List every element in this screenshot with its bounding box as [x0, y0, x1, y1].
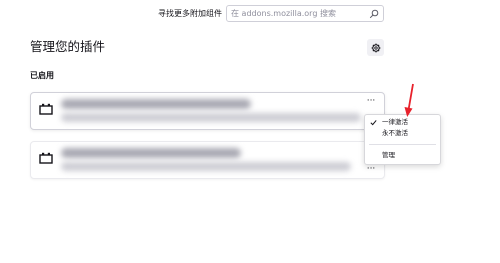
check-icon: [370, 120, 377, 126]
search-input[interactable]: [231, 7, 361, 20]
search-icon: [369, 9, 379, 19]
settings-button[interactable]: [367, 39, 384, 56]
extension-card[interactable]: ···: [30, 92, 385, 130]
menu-item-label: 永不激活: [382, 129, 408, 137]
gear-icon: [371, 43, 380, 52]
menu-separator: [369, 144, 436, 145]
more-options-button[interactable]: ···: [364, 96, 378, 106]
more-options-button[interactable]: ···: [364, 164, 378, 174]
section-title-enabled: 已启用: [30, 71, 54, 80]
extension-name-redacted: [61, 99, 251, 109]
page-title: 管理您的插件: [30, 39, 106, 54]
extension-name-redacted: [61, 148, 241, 158]
menu-item-never-activate[interactable]: 永不激活: [365, 128, 440, 139]
extension-card[interactable]: ···: [30, 141, 385, 179]
extension-description-redacted: [61, 113, 361, 122]
menu-item-label: 管理: [382, 151, 395, 159]
find-more-label: 寻找更多附加组件: [158, 9, 222, 18]
context-menu: 一律激活 永不激活 管理: [364, 114, 441, 165]
annotation-arrow: [404, 83, 414, 117]
extension-description-redacted: [61, 162, 351, 171]
plugin-icon: [39, 152, 53, 164]
plugin-icon: [39, 103, 53, 115]
menu-item-manage[interactable]: 管理: [365, 150, 440, 161]
search-box[interactable]: [226, 5, 384, 22]
